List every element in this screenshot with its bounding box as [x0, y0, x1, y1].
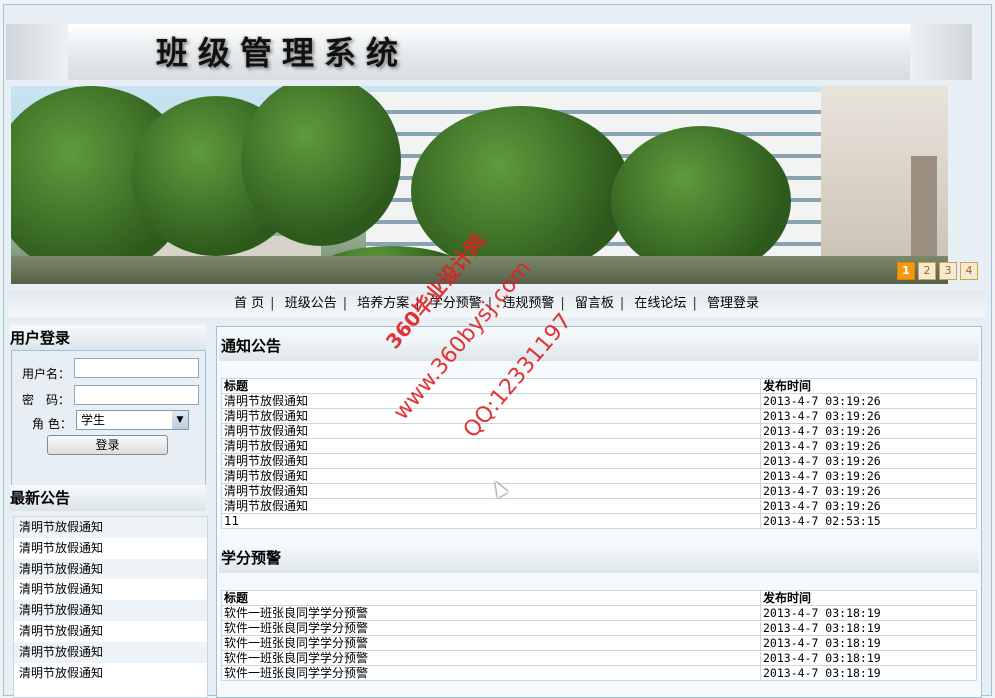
latest-notices-title: 最新公告: [10, 485, 206, 511]
table-row[interactable]: 清明节放假通知 2013-4-7 03:19:26: [221, 393, 977, 409]
row-title[interactable]: 清明节放假通知: [221, 453, 761, 469]
row-time: 2013-4-7 03:19:26: [760, 408, 977, 424]
row-time: 2013-4-7 03:19:26: [760, 438, 977, 454]
role-label: 角 色：: [32, 417, 72, 431]
slide-pager: 1 2 3 4: [897, 262, 978, 280]
column-header-time: 发布时间: [760, 378, 977, 394]
row-title[interactable]: 11: [221, 513, 761, 529]
login-panel: 用户名： 密 码： 角 色： 学生 ▼ 登录: [11, 350, 206, 486]
slide-button-1[interactable]: 1: [897, 262, 915, 280]
row-time: 2013-4-7 03:19:26: [760, 498, 977, 514]
credit-warning-table: 标题 发布时间 软件一班张良同学学分预警 2013-4-7 03:18:19 软件…: [221, 590, 977, 681]
left-sidebar: 用户登录 用户名： 密 码： 角 色： 学生 ▼ 登录 最新公告 清明节放假通知…: [8, 323, 210, 698]
table-row[interactable]: 软件一班张良同学学分预警 2013-4-7 03:18:19: [221, 635, 977, 651]
list-item[interactable]: 清明节放假通知: [14, 641, 207, 663]
row-title[interactable]: 软件一班张良同学学分预警: [221, 650, 761, 666]
table-row[interactable]: 清明节放假通知 2013-4-7 03:19:26: [221, 453, 977, 469]
login-title: 用户登录: [10, 325, 206, 351]
row-time: 2013-4-7 03:18:19: [760, 650, 977, 666]
row-time: 2013-4-7 03:19:26: [760, 423, 977, 439]
role-select[interactable]: 学生 ▼: [76, 410, 189, 430]
table-row[interactable]: 清明节放假通知 2013-4-7 03:19:26: [221, 483, 977, 499]
row-time: 2013-4-7 03:19:26: [760, 393, 977, 409]
role-select-value: 学生: [81, 413, 106, 427]
table-row[interactable]: 软件一班张良同学学分预警 2013-4-7 03:18:19: [221, 665, 977, 681]
row-time: 2013-4-7 03:19:26: [760, 453, 977, 469]
list-item[interactable]: 清明节放假通知: [14, 663, 207, 684]
site-logo: 班级管理系统: [156, 34, 409, 72]
nav-class-notices[interactable]: 班级公告: [279, 296, 343, 311]
table-row[interactable]: 11 2013-4-7 02:53:15: [221, 513, 977, 529]
table-row[interactable]: 清明节放假通知 2013-4-7 03:19:26: [221, 423, 977, 439]
row-time: 2013-4-7 03:19:26: [760, 468, 977, 484]
table-row[interactable]: 清明节放假通知 2013-4-7 03:19:26: [221, 438, 977, 454]
chevron-down-icon: ▼: [172, 411, 188, 429]
site-header: 班级管理系统: [6, 24, 972, 80]
row-time: 2013-4-7 03:18:19: [760, 635, 977, 651]
row-title[interactable]: 软件一班张良同学学分预警: [221, 635, 761, 651]
list-item[interactable]: 清明节放假通知: [14, 621, 207, 642]
table-row[interactable]: 清明节放假通知 2013-4-7 03:19:26: [221, 408, 977, 424]
table-header-row: 标题 发布时间: [221, 378, 977, 394]
row-title[interactable]: 软件一班张良同学学分预警: [221, 620, 761, 636]
row-time: 2013-4-7 03:18:19: [760, 620, 977, 636]
username-input[interactable]: [74, 358, 199, 378]
nav-forum[interactable]: 在线论坛: [628, 296, 692, 311]
table-row[interactable]: 软件一班张良同学学分预警 2013-4-7 03:18:19: [221, 650, 977, 666]
nav-admin-login[interactable]: 管理登录: [701, 296, 765, 311]
row-time: 2013-4-7 02:53:15: [760, 513, 977, 529]
notices-section-title: 通知公告: [219, 331, 979, 361]
table-row[interactable]: 软件一班张良同学学分预警 2013-4-7 03:18:19: [221, 620, 977, 636]
slide-button-2[interactable]: 2: [918, 262, 936, 280]
latest-notices-list: 清明节放假通知 清明节放假通知 清明节放假通知 清明节放假通知 清明节放假通知 …: [13, 516, 208, 698]
username-label: 用户名：: [22, 367, 71, 381]
table-row[interactable]: 清明节放假通知 2013-4-7 03:19:26: [221, 468, 977, 484]
password-label: 密 码：: [22, 393, 71, 407]
row-time: 2013-4-7 03:19:26: [760, 483, 977, 499]
credit-warning-section-title: 学分预警: [219, 543, 979, 573]
list-item[interactable]: 清明节放假通知: [14, 579, 207, 600]
slide-button-3[interactable]: 3: [939, 262, 957, 280]
login-button[interactable]: 登录: [47, 435, 168, 455]
table-row[interactable]: 清明节放假通知 2013-4-7 03:19:26: [221, 498, 977, 514]
list-item[interactable]: 清明节放假通知: [14, 517, 207, 538]
password-input[interactable]: [74, 385, 199, 405]
row-time: 2013-4-7 03:18:19: [760, 665, 977, 681]
notices-table: 标题 发布时间 清明节放假通知 2013-4-7 03:19:26 清明节放假通知…: [221, 378, 977, 529]
row-title[interactable]: 软件一班张良同学学分预警: [221, 665, 761, 681]
table-row[interactable]: 软件一班张良同学学分预警 2013-4-7 03:18:19: [221, 605, 977, 621]
row-time: 2013-4-7 03:18:19: [760, 605, 977, 621]
row-title[interactable]: 清明节放假通知: [221, 498, 761, 514]
main-content: 通知公告 标题 发布时间 清明节放假通知 2013-4-7 03:19:26 清明…: [216, 326, 982, 698]
list-item[interactable]: 清明节放假通知: [14, 538, 207, 559]
table-header-row: 标题 发布时间: [221, 590, 977, 606]
nav-home[interactable]: 首 页: [228, 296, 270, 311]
row-title[interactable]: 清明节放假通知: [221, 438, 761, 454]
nav-message-board[interactable]: 留言板: [569, 296, 620, 311]
row-title[interactable]: 清明节放假通知: [221, 468, 761, 484]
list-item[interactable]: 清明节放假通知: [14, 600, 207, 621]
row-title[interactable]: 软件一班张良同学学分预警: [221, 605, 761, 621]
list-item[interactable]: 清明节放假通知: [14, 558, 207, 580]
slide-button-4[interactable]: 4: [960, 262, 978, 280]
column-header-title: 标题: [221, 590, 761, 606]
column-header-time: 发布时间: [760, 590, 977, 606]
